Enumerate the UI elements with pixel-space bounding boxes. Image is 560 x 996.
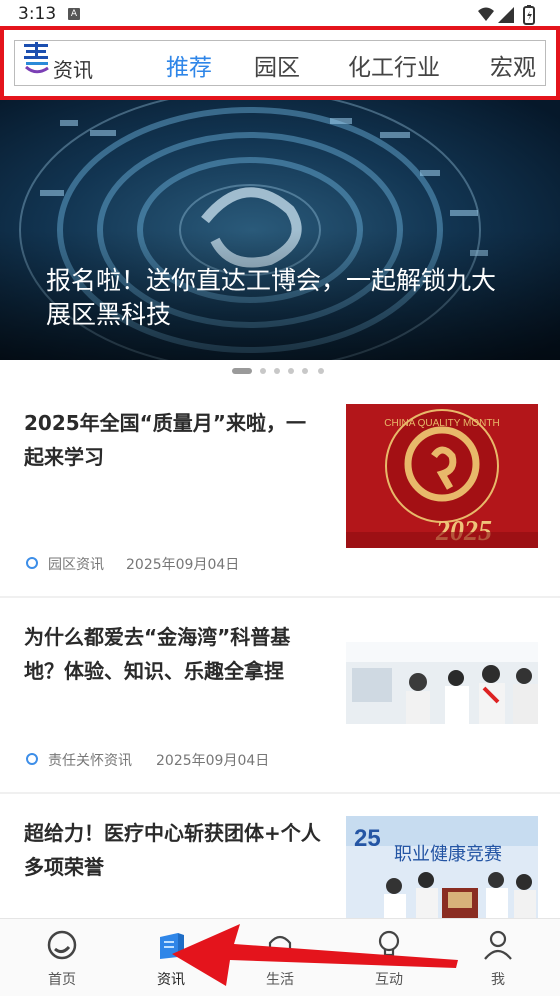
home-ring-icon bbox=[47, 930, 77, 960]
news-thumbnail[interactable]: 25 职业健康竞赛 bbox=[346, 816, 538, 918]
tab-chemical-industry[interactable]: 化工行业 bbox=[348, 48, 440, 82]
news-meta: 责任关怀资讯 2025年09月04日 bbox=[26, 750, 346, 769]
notification-a-icon: A bbox=[68, 8, 80, 20]
svg-text:25: 25 bbox=[354, 825, 381, 852]
news-date: 2025年09月04日 bbox=[156, 753, 270, 769]
news-item[interactable]: 超给力！医疗中心斩获团体+个人多项荣誉 25 职业健康竞赛 bbox=[0, 794, 560, 918]
carousel-dot bbox=[288, 368, 294, 374]
category-dot-icon bbox=[26, 753, 38, 765]
tab-park[interactable]: 园区 bbox=[254, 48, 300, 82]
carousel-dot-active bbox=[232, 368, 252, 374]
quality-month-image: CHINA QUALITY MONTH 2025 bbox=[346, 404, 538, 548]
carousel-dot bbox=[260, 368, 266, 374]
logo-mark-icon bbox=[24, 42, 49, 74]
category-dot-icon bbox=[26, 557, 38, 569]
thumb-caption: CHINA QUALITY MONTH bbox=[384, 418, 499, 429]
news-item[interactable]: 2025年全国“质量月”来啦，一起来学习 园区资讯 2025年09月04日 CH… bbox=[0, 390, 560, 596]
annotation-arrow-icon bbox=[172, 924, 458, 986]
news-category: 园区资讯 bbox=[48, 557, 104, 573]
wifi-icon bbox=[478, 7, 494, 21]
news-thumbnail[interactable]: CHINA QUALITY MONTH 2025 bbox=[346, 404, 538, 548]
news-thumbnail[interactable] bbox=[346, 642, 538, 724]
nav-home[interactable]: 首页 bbox=[6, 919, 118, 996]
thumb-caption: 职业健康竞赛 bbox=[394, 844, 502, 865]
news-title[interactable]: 2025年全国“质量月”来啦，一起来学习 bbox=[24, 406, 324, 474]
tab-macro[interactable]: 宏观 bbox=[490, 48, 536, 82]
logo-text: 资讯 bbox=[53, 58, 93, 82]
tab-recommend[interactable]: 推荐 bbox=[166, 48, 212, 82]
competition-photo: 25 职业健康竞赛 bbox=[346, 816, 538, 918]
news-item[interactable]: 为什么都爱去“金海湾”科普基地？体验、知识、乐趣全拿捏 责任关怀资讯 2025年… bbox=[0, 598, 560, 792]
banner-title[interactable]: 报名啦！送你直达工博会，一起解锁九大展区黑科技 bbox=[46, 264, 516, 332]
status-icons bbox=[478, 5, 535, 25]
news-meta: 园区资讯 2025年09月04日 bbox=[26, 554, 326, 573]
signal-icon bbox=[498, 7, 514, 23]
nav-label: 首页 bbox=[48, 972, 76, 988]
news-title[interactable]: 为什么都爱去“金海湾”科普基地？体验、知识、乐趣全拿捏 bbox=[24, 620, 324, 688]
carousel-dot bbox=[274, 368, 280, 374]
news-title[interactable]: 超给力！医疗中心斩获团体+个人多项荣誉 bbox=[24, 816, 324, 884]
status-time: 3:13 bbox=[18, 4, 57, 24]
user-icon bbox=[484, 930, 512, 960]
news-date: 2025年09月04日 bbox=[126, 557, 240, 573]
news-category: 责任关怀资讯 bbox=[48, 753, 132, 769]
science-base-photo bbox=[346, 642, 538, 724]
carousel-dot bbox=[302, 368, 308, 374]
carousel-dot bbox=[318, 368, 324, 374]
